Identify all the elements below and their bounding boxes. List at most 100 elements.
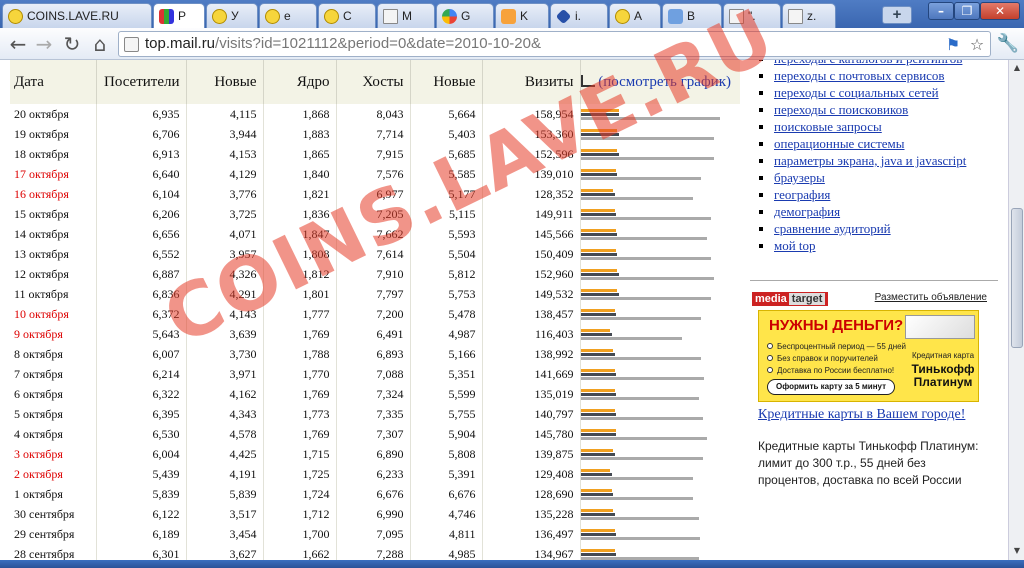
graph-bar: [580, 372, 616, 376]
cell-visitors: 5,643: [96, 324, 187, 344]
report-link[interactable]: переходы с поисковиков: [774, 102, 908, 117]
scroll-up-icon[interactable]: ▲: [1010, 61, 1024, 75]
banner-apply-button[interactable]: Оформить карту за 5 минут: [767, 379, 895, 395]
report-link[interactable]: мой top: [774, 238, 816, 253]
cell-new1: 3,776: [186, 184, 264, 204]
tab[interactable]: А: [609, 3, 661, 28]
tab[interactable]: G: [436, 3, 494, 28]
url-field[interactable]: top.mail.ru/visits?id=1021112&period=0&d…: [145, 32, 925, 56]
report-link-item: переходы с каталогов и рейтингов: [774, 60, 1005, 68]
close-window-button[interactable]: ✕: [980, 2, 1020, 20]
cell-core: 1,769: [263, 424, 337, 444]
ad-headline-link[interactable]: Кредитные карты в Вашем городе!: [758, 408, 983, 422]
cell-visits: 145,780: [482, 424, 581, 444]
report-link-item: операционные системы: [774, 136, 1005, 153]
new-tab-button[interactable]: +: [882, 6, 912, 24]
minimize-button[interactable]: –: [928, 2, 954, 20]
reload-button[interactable]: ↻: [60, 32, 84, 56]
cell-core: 1,883: [263, 124, 337, 144]
cell-graph: [580, 424, 740, 444]
scroll-thumb[interactable]: [1011, 208, 1023, 348]
report-link-item: параметры экрана, java и javascript: [774, 153, 1005, 170]
tab[interactable]: i.: [550, 3, 608, 28]
vertical-scrollbar[interactable]: ▲ ▼: [1008, 60, 1024, 560]
cell-graph: [580, 324, 740, 344]
graph-bar: [580, 452, 615, 456]
home-button[interactable]: ⌂: [88, 32, 112, 56]
cell-visitors: 6,552: [96, 244, 187, 264]
report-link-item: география: [774, 187, 1005, 204]
report-link[interactable]: параметры экрана, java и javascript: [774, 153, 966, 168]
tab[interactable]: K: [495, 3, 549, 28]
tab[interactable]: Р: [153, 3, 205, 29]
maximize-button[interactable]: ❐: [954, 2, 980, 20]
cell-date: 10 октября: [10, 304, 97, 324]
tab[interactable]: COINS.LAVE.RU: [2, 3, 152, 28]
ad-banner[interactable]: НУЖНЫ ДЕНЬГИ? Беспроцентный период — 55 …: [758, 310, 979, 402]
report-link[interactable]: операционные системы: [774, 136, 905, 151]
table-row: 19 октября 6,706 3,944 1,883 7,714 5,403 153,3…: [10, 124, 740, 144]
cell-date: 13 октября: [10, 244, 97, 264]
tab[interactable]: В: [662, 3, 722, 28]
translate-icon[interactable]: ⚑: [943, 35, 963, 55]
cell-graph: [580, 444, 740, 464]
back-button[interactable]: ←: [6, 32, 30, 56]
tab-label: С: [343, 9, 352, 23]
cell-visitors: 6,301: [96, 544, 187, 560]
scroll-down-icon[interactable]: ▼: [1010, 544, 1024, 558]
graph-bar: [580, 108, 619, 112]
cell-core: 1,847: [263, 224, 337, 244]
report-link[interactable]: география: [774, 187, 830, 202]
cell-new1: 5,839: [186, 484, 264, 504]
table-row: 7 октября 6,214 3,971 1,770 7,088 5,351 141,66…: [10, 364, 740, 384]
graph-bar: [580, 416, 703, 420]
tab-label: В: [687, 9, 696, 23]
table-row: 14 октября 6,656 4,071 1,847 7,662 5,593 145,5…: [10, 224, 740, 244]
cell-hosts: 7,614: [336, 244, 411, 264]
cell-core: 1,715: [263, 444, 337, 464]
wrench-menu-icon[interactable]: 🔧: [996, 33, 1020, 55]
cell-graph: [580, 164, 740, 184]
bullet-icon: [767, 367, 773, 373]
report-link[interactable]: переходы с каталогов и рейтингов: [774, 60, 962, 66]
cell-graph: [580, 144, 740, 164]
tab[interactable]: М: [377, 3, 435, 28]
cell-graph: [580, 304, 740, 324]
place-ad-link[interactable]: Разместить объявление: [875, 292, 987, 303]
report-link[interactable]: демография: [774, 204, 840, 219]
cell-visits: 116,403: [482, 324, 581, 344]
table-row: 3 октября 6,004 4,425 1,715 6,890 5,808 139,87…: [10, 444, 740, 464]
cell-hosts: 7,307: [336, 424, 411, 444]
tab-label: ".: [748, 9, 756, 23]
graph-bar: [580, 148, 617, 152]
cell-hosts: 7,797: [336, 284, 411, 304]
graph-bar: [580, 428, 616, 432]
forward-button[interactable]: →: [32, 32, 56, 56]
tab[interactable]: С: [318, 3, 376, 28]
graph-bar: [580, 468, 610, 472]
tab[interactable]: е: [259, 3, 317, 28]
report-link[interactable]: браузеры: [774, 170, 825, 185]
cell-hosts: 7,714: [336, 124, 411, 144]
cell-date: 3 октября: [10, 444, 97, 464]
view-graph-link[interactable]: (посмотреть график): [598, 74, 731, 90]
tab[interactable]: У: [206, 3, 258, 28]
graph-bar: [580, 492, 613, 496]
table-row: 6 октября 6,322 4,162 1,769 7,324 5,599 135,01…: [10, 384, 740, 404]
address-bar[interactable]: top.mail.ru/visits?id=1021112&period=0&d…: [118, 31, 991, 57]
report-link[interactable]: переходы с почтовых сервисов: [774, 68, 945, 83]
url-host: top.mail.ru: [145, 35, 216, 52]
tab[interactable]: z.: [782, 3, 836, 28]
report-link[interactable]: переходы с социальных сетей: [774, 85, 939, 100]
tab[interactable]: ".: [723, 3, 781, 28]
report-link[interactable]: поисковые запросы: [774, 119, 882, 134]
cell-date: 15 октября: [10, 204, 97, 224]
graph-bar: [580, 176, 701, 180]
cell-visits: 135,228: [482, 504, 581, 524]
graph-bar: [580, 528, 615, 532]
report-link[interactable]: сравнение аудиторий: [774, 221, 891, 236]
cell-visitors: 5,839: [96, 484, 187, 504]
bookmark-star-icon[interactable]: ☆: [967, 35, 987, 55]
tab-label: COINS.LAVE.RU: [27, 9, 119, 23]
graph-bar: [580, 516, 699, 520]
